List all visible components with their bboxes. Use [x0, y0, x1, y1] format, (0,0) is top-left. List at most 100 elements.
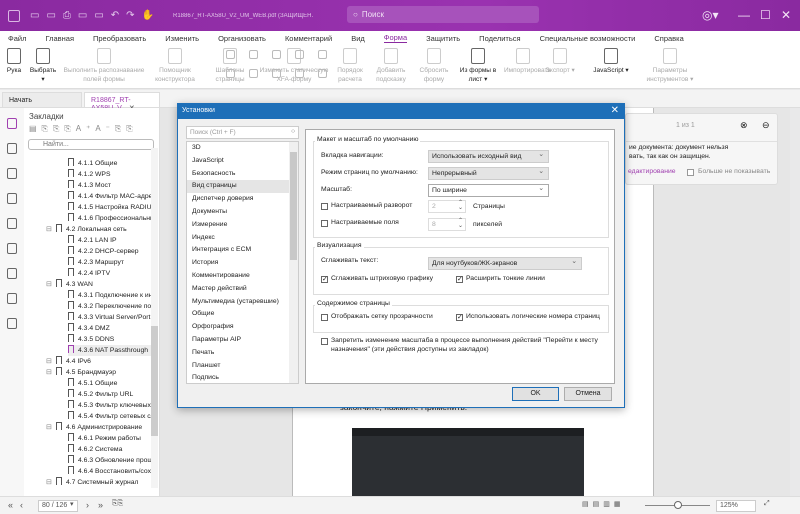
bookmark-item[interactable]: ⊟ 4.7 Системный журнал	[46, 477, 152, 488]
menu-0[interactable]: Файл	[8, 34, 26, 43]
minimize-button[interactable]: —	[738, 8, 750, 22]
form-field-tool-icon[interactable]	[249, 50, 258, 59]
attachments-icon[interactable]	[7, 218, 17, 229]
smooth-text-select[interactable]: Для ноутбуков/ЖК-экранов	[428, 257, 582, 270]
dont-show-checkbox[interactable]	[687, 169, 694, 176]
tab-document[interactable]: R18867_RT-AX58U_V... ✕	[84, 92, 160, 112]
dialog-close-button[interactable]: ✕	[611, 105, 619, 116]
custom-margins-checkbox[interactable]	[321, 220, 328, 227]
category-item[interactable]: Комментирование	[187, 270, 298, 283]
collapse-icon[interactable]: ⊟	[46, 477, 52, 488]
ribbon-button-11[interactable]: Экспорт ▾	[544, 48, 576, 75]
ribbon-button-1[interactable]: Выбрать ▾	[28, 48, 58, 84]
bookmark-item[interactable]: 4.1.5 Настройка RADIUS	[68, 202, 152, 213]
custom-spread-checkbox[interactable]	[321, 203, 328, 210]
category-item[interactable]: Параметры AIP	[187, 334, 298, 347]
bookmark-item[interactable]: 4.3.3 Virtual Server/Port For	[68, 312, 152, 323]
category-item[interactable]: История	[187, 257, 298, 270]
category-item[interactable]: JavaScript	[187, 155, 298, 168]
cancel-button[interactable]: Отмена	[564, 387, 612, 401]
ribbon-button-7[interactable]: Добавить подсказку	[372, 48, 410, 84]
bookmark-item[interactable]: 4.5.2 Фильтр URL	[68, 389, 152, 400]
collapse-icon[interactable]: ⊖	[762, 120, 770, 131]
bookmark-item[interactable]: 4.6.1 Режим работы	[68, 433, 152, 444]
page-mode-select[interactable]: Непрерывный	[428, 167, 549, 180]
menu-6[interactable]: Вид	[351, 34, 365, 43]
close-button[interactable]: ✕	[781, 8, 791, 22]
prev-page-button[interactable]: ‹	[20, 500, 23, 510]
collapse-icon[interactable]: ⊟	[46, 422, 52, 433]
ribbon-button-0[interactable]: Рука	[4, 48, 24, 75]
category-item[interactable]: Печать	[187, 347, 298, 360]
pages-icon[interactable]	[7, 143, 17, 154]
category-item[interactable]: Подпись	[187, 372, 298, 383]
layers-icon[interactable]	[7, 193, 17, 204]
ribbon-button-10[interactable]: Импортировать	[504, 48, 551, 75]
bookmark-item[interactable]: 4.3.2 Переключение порто	[68, 301, 152, 312]
bookmark-item[interactable]: 4.2.3 Маршрут	[68, 257, 152, 268]
category-item[interactable]: Орфография	[187, 321, 298, 334]
menu-4[interactable]: Организовать	[218, 34, 266, 43]
zoom-input[interactable]: 125%	[716, 500, 756, 512]
menu-11[interactable]: Справка	[654, 34, 683, 43]
ribbon-button-12[interactable]: JavaScript ▾	[590, 48, 632, 75]
menu-3[interactable]: Изменить	[165, 34, 199, 43]
bookmark-item[interactable]: 4.5.1 Общие	[68, 378, 152, 389]
bookmark-item[interactable]: 4.1.1 Общие	[68, 158, 152, 169]
compare-icon[interactable]	[7, 318, 17, 329]
margins-stepper[interactable]: 8 ⌃ ⌄	[428, 218, 466, 231]
account-icon[interactable]: ◎▾	[702, 8, 719, 22]
bookmark-item[interactable]: ⊟ 4.2 Локальная сеть	[46, 224, 152, 235]
bookmark-item[interactable]: 4.3.4 DMZ	[68, 323, 152, 334]
form-field-tool-icon[interactable]	[295, 50, 304, 59]
bookmark-item[interactable]: ⊟ 4.4 IPv6	[46, 356, 152, 367]
bookmark-item[interactable]: 4.1.6 Профессиональный	[68, 213, 152, 224]
collapse-icon[interactable]: ⊟	[46, 279, 52, 290]
ribbon-button-6[interactable]: Порядок расчета	[333, 48, 367, 84]
signature-icon[interactable]	[7, 293, 17, 304]
ribbon-button-9[interactable]: Из формы в лист ▾	[456, 48, 500, 84]
bookmark-item[interactable]: 4.3.1 Подключение к интер	[68, 290, 152, 301]
category-item[interactable]: 3D	[187, 142, 298, 155]
menu-9[interactable]: Поделиться	[479, 34, 520, 43]
transparency-grid-checkbox[interactable]	[321, 314, 328, 321]
enable-editing-link[interactable]: едактирование	[628, 168, 676, 175]
menu-8[interactable]: Защитить	[426, 34, 460, 43]
collapse-icon[interactable]: ⊟	[46, 367, 52, 378]
ribbon-button-2[interactable]: Выполнить распознавание полей формы	[62, 48, 146, 84]
collapse-icon[interactable]: ⊟	[46, 224, 52, 235]
form-field-tool-icon[interactable]	[318, 69, 327, 78]
last-page-button[interactable]: »	[98, 500, 103, 510]
menu-1[interactable]: Главная	[45, 34, 74, 43]
next-page-button[interactable]: ›	[86, 500, 89, 510]
bookmark-item[interactable]: 4.1.2 WPS	[68, 169, 152, 180]
category-item[interactable]: Безопасность	[187, 168, 298, 181]
quick-access-icons[interactable]: ▭▭⎙▭▭↶↷✋	[30, 10, 161, 21]
category-item[interactable]: Мастер действий	[187, 283, 298, 296]
bookmark-item[interactable]: ⊟ 4.5 Брандмауэр	[46, 367, 152, 378]
prevent-zoom-checkbox[interactable]	[321, 338, 328, 345]
menu-7[interactable]: Форма	[383, 33, 408, 43]
bookmark-item[interactable]: 4.2.4 IPTV	[68, 268, 152, 279]
nav-tab-select[interactable]: Использовать исходный вид	[428, 150, 549, 163]
form-field-tool-icon[interactable]	[295, 69, 304, 78]
bookmark-item[interactable]: 4.2.2 DHCP-сервер	[68, 246, 152, 257]
zoom-select[interactable]: По ширине	[428, 184, 549, 197]
zoom-slider-thumb[interactable]	[673, 501, 682, 509]
bookmark-item[interactable]: ⊟ 4.6 Администрирование	[46, 422, 152, 433]
category-search-input[interactable]: Поиск (Ctrl + F) ○	[186, 126, 299, 139]
fullscreen-icon[interactable]: ⤢	[764, 500, 770, 508]
form-fields-icon[interactable]	[7, 268, 17, 279]
bookmark-item[interactable]: 4.6.4 Восстановить/сохран	[68, 466, 152, 477]
bookmark-panel-icon[interactable]	[7, 118, 17, 129]
category-item[interactable]: Интеграция с ECM	[187, 244, 298, 257]
category-item[interactable]: Индекс	[187, 232, 298, 245]
first-page-button[interactable]: «	[8, 500, 13, 510]
bookmark-item[interactable]: ⊟ 4.3 WAN	[46, 279, 152, 290]
spread-stepper[interactable]: 2 ⌃ ⌄	[428, 200, 466, 213]
comments-icon[interactable]	[7, 168, 17, 179]
form-field-tool-icon[interactable]	[226, 50, 235, 59]
form-field-tool-icon[interactable]	[272, 69, 281, 78]
category-scroll-thumb[interactable]	[290, 152, 297, 260]
thin-lines-checkbox[interactable]: ✓	[456, 276, 463, 283]
